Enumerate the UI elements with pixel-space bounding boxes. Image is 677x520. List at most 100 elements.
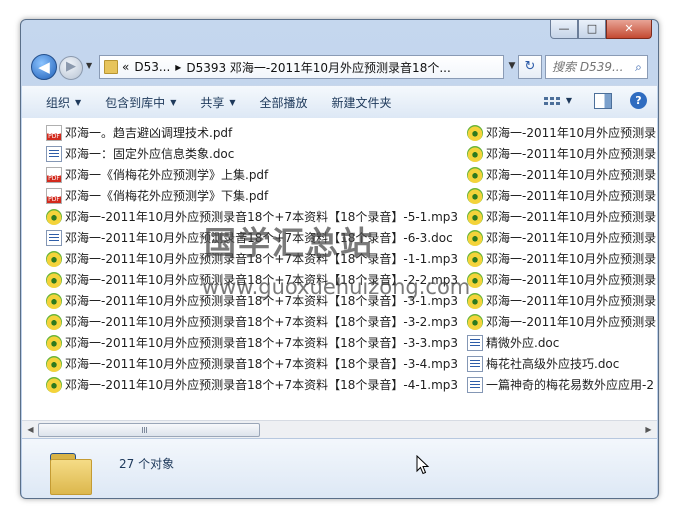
chevron-down-icon: ▼ [75,97,82,107]
horizontal-scrollbar[interactable]: ◀ ▶ [22,420,657,438]
search-input[interactable] [546,59,630,75]
file-name: 邓海一。趋吉避凶调理技术.pdf [65,126,233,140]
file-name: 邓海一-2011年10月外应预测录 [486,189,657,203]
mp3-file-icon [467,208,483,225]
mp3-file-icon [46,376,62,393]
address-dropdown[interactable]: ▼ [505,56,519,76]
chevron-down-icon: ▼ [229,97,236,107]
item-count: 27 个对象 [119,457,175,471]
forward-button[interactable]: ▶ [59,56,83,80]
file-item[interactable]: PDF 邓海一《俏梅花外应预测学》上集.pdf [46,164,458,185]
help-icon[interactable]: ? [630,92,647,109]
share-label: 共享 [200,95,225,110]
mp3-file-icon [467,313,483,330]
address-bar[interactable]: « D53... ▸ D5393 邓海一-2011年10月外应预测录音18个..… [99,55,504,79]
mp3-file-icon [467,124,483,141]
search-icon[interactable]: ⌕ [630,60,647,75]
mp3-file-icon [46,334,62,351]
preview-pane-icon[interactable] [594,92,612,109]
breadcrumb-separator[interactable]: ▸ [175,60,181,74]
mp3-file-icon [46,355,62,372]
file-item[interactable]: 邓海一-2011年10月外应预测录 [467,164,657,185]
watermark-url: www.guoxuehuizong.com [202,275,471,299]
file-item[interactable]: 精微外应.doc [467,332,657,353]
search-box[interactable]: ⌕ [545,55,648,79]
file-item[interactable]: 邓海一-2011年10月外应预测录 [467,227,657,248]
doc-file-icon [467,334,483,351]
file-item[interactable]: 梅花社高级外应技巧.doc [467,353,657,374]
file-item[interactable]: PDF 邓海一《俏梅花外应预测学》下集.pdf [46,185,458,206]
scroll-right-button[interactable]: ▶ [641,422,656,437]
file-item[interactable]: 一篇神奇的梅花易数外应应用-2 [467,374,657,395]
file-item[interactable]: 邓海一-2011年10月外应预测录音18个+7本资料【18个录音】-3-4.mp… [46,353,458,374]
file-item[interactable]: 邓海一-2011年10月外应预测录音18个+7本资料【18个录音】-3-3.mp… [46,332,458,353]
file-list: PDF 邓海一。趋吉避凶调理技术.pdf 邓海一：固定外应信息类象.doc PDF 邓海… [22,118,657,420]
file-name: 邓海一《俏梅花外应预测学》下集.pdf [65,189,269,203]
doc-file-icon [46,145,62,162]
file-name: 邓海一-2011年10月外应预测录 [486,126,657,140]
mp3-file-icon [46,313,62,330]
doc-file-icon [46,229,62,246]
pdf-file-icon: PDF [46,187,62,204]
mp3-file-icon [467,250,483,267]
file-item[interactable]: 邓海一-2011年10月外应预测录 [467,122,657,143]
play-all-button[interactable]: 全部播放 [260,94,308,111]
details-pane: 27 个对象 [22,438,657,498]
file-item[interactable]: 邓海一-2011年10月外应预测录 [467,248,657,269]
doc-file-icon [467,376,483,393]
file-name: 梅花社高级外应技巧.doc [486,357,620,371]
file-item[interactable]: PDF 邓海一。趋吉避凶调理技术.pdf [46,122,458,143]
mp3-file-icon [46,271,62,288]
scroll-thumb[interactable] [38,423,260,437]
file-item[interactable]: 邓海一-2011年10月外应预测录 [467,290,657,311]
scroll-grip-icon [142,427,148,433]
file-name: 邓海一-2011年10月外应预测录 [486,294,657,308]
scroll-left-button[interactable]: ◀ [23,422,38,437]
file-name: 邓海一-2011年10月外应预测录 [486,315,657,329]
command-bar: 组织 ▼ 包含到库中 ▼ 共享 ▼ 全部播放 新建文件夹 ▼ ? [22,85,657,119]
mouse-cursor-icon [416,455,430,475]
pdf-file-icon: PDF [46,124,62,141]
file-name: 邓海一-2011年10月外应预测录 [486,252,657,266]
chevron-down-icon: ▼ [170,97,177,107]
file-item[interactable]: 邓海一-2011年10月外应预测录 [467,269,657,290]
file-item[interactable]: 邓海一-2011年10月外应预测录 [467,206,657,227]
file-name: 邓海一-2011年10月外应预测录音18个+7本资料【18个录音】-3-2.mp… [65,315,459,329]
file-name: 邓海一-2011年10月外应预测录音18个+7本资料【18个录音】-3-4.mp… [65,357,459,371]
mp3-file-icon [467,229,483,246]
refresh-button[interactable]: ↻ [518,55,542,79]
file-item[interactable]: 邓海一：固定外应信息类象.doc [46,143,458,164]
mp3-file-icon [46,250,62,267]
close-button[interactable]: ✕ [606,20,652,39]
share-button[interactable]: 共享 ▼ [200,94,235,111]
toolbar-right-group: ▼ ? [543,92,647,109]
file-item[interactable]: 邓海一-2011年10月外应预测录 [467,311,657,332]
watermark-text: 国学汇总站 [204,224,375,262]
mp3-file-icon [467,145,483,162]
organize-button[interactable]: 组织 ▼ [46,94,81,111]
minimize-button[interactable]: — [550,20,578,39]
file-name: 邓海一-2011年10月外应预测录 [486,273,657,287]
file-name: 邓海一《俏梅花外应预测学》上集.pdf [65,168,269,182]
breadcrumb-item[interactable]: D5393 邓海一-2011年10月外应预测录音18个... [186,59,450,76]
file-item[interactable]: 邓海一-2011年10月外应预测录音18个+7本资料【18个录音】-4-1.mp… [46,374,458,395]
recent-pages-dropdown[interactable]: ▼ [86,61,92,70]
file-name: 邓海一：固定外应信息类象.doc [65,147,235,161]
back-button[interactable]: ◀ [31,54,57,80]
include-in-library-button[interactable]: 包含到库中 ▼ [105,94,176,111]
mp3-file-icon [467,187,483,204]
folder-icon [104,60,118,74]
file-item[interactable]: 邓海一-2011年10月外应预测录 [467,143,657,164]
breadcrumb-item[interactable]: D53... [134,60,170,74]
file-name: 一篇神奇的梅花易数外应应用-2 [486,378,654,392]
folder-icon [50,453,96,495]
chevron-down-icon[interactable]: ▼ [566,96,572,105]
file-item[interactable]: 邓海一-2011年10月外应预测录音18个+7本资料【18个录音】-3-2.mp… [46,311,458,332]
maximize-button[interactable]: □ [578,20,606,39]
address-overflow-chevron[interactable]: « [122,60,129,74]
file-name: 邓海一-2011年10月外应预测录 [486,210,657,224]
file-item[interactable]: 邓海一-2011年10月外应预测录 [467,185,657,206]
new-folder-button[interactable]: 新建文件夹 [332,94,392,111]
doc-file-icon [467,355,483,372]
change-view-icon[interactable] [543,94,562,108]
